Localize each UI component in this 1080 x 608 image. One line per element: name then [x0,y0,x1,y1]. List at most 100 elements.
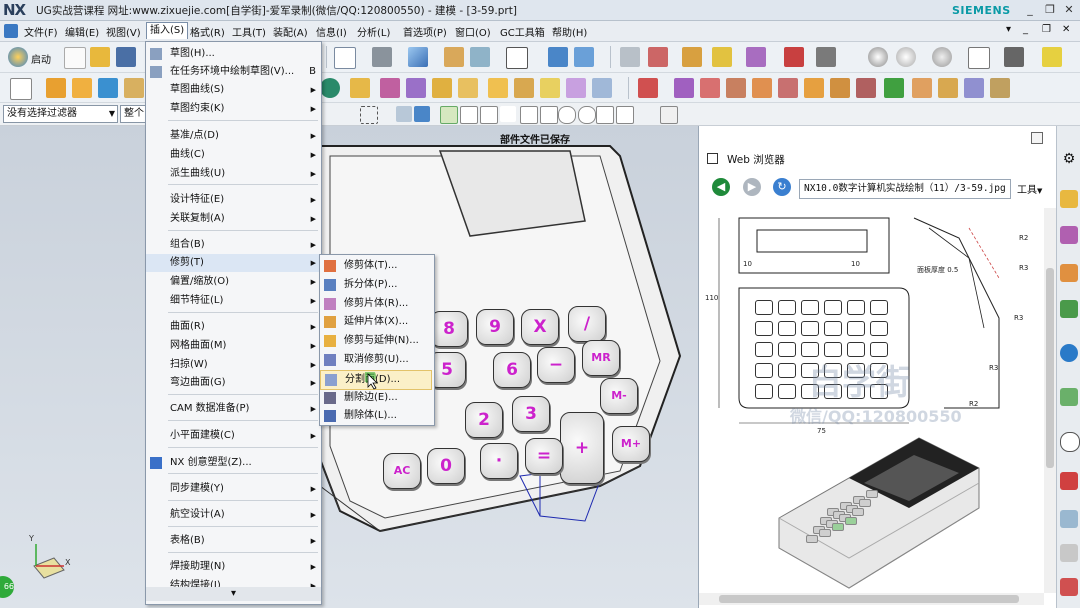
save-icon[interactable] [116,47,136,67]
pull-face-icon[interactable] [912,78,932,98]
settings-gear-icon[interactable]: ⚙ [1060,150,1078,168]
print-icon[interactable] [1060,578,1078,596]
snap-icon[interactable] [682,47,702,67]
trim-menu-item-delete-edge[interactable]: 删除边(E)... [320,389,434,407]
trim-menu-item-split-body[interactable]: 拆分体(P)... [320,276,434,294]
clock-icon[interactable] [1060,432,1080,452]
paint-icon[interactable] [712,47,732,67]
app-menu-icon[interactable] [4,24,18,38]
fit-view-icon[interactable] [334,47,356,69]
system-materials-icon[interactable] [1060,472,1078,490]
shell-icon[interactable] [380,78,400,98]
part-navigator-icon[interactable] [1060,190,1078,208]
curve-icon[interactable] [700,78,720,98]
spline-icon[interactable] [726,78,746,98]
menu-preferences[interactable]: 首选项(P) [403,24,447,39]
web-hscroll-thumb[interactable] [719,595,1019,603]
snap-pole-icon[interactable] [616,106,634,124]
sphere-wire-icon[interactable] [932,47,952,67]
insert-menu-item-task-sketch[interactable]: 在任务环境中绘制草图(V)... B [146,63,321,81]
helix-icon[interactable] [752,78,772,98]
menubar-dropdown[interactable]: ▾ [1006,24,1011,35]
intersect-icon[interactable] [540,78,560,98]
sphere-edge-icon[interactable] [896,47,916,67]
snap-intersection-icon[interactable] [520,106,538,124]
web-browser-icon[interactable] [1060,344,1078,362]
trim-menu-item-trim-extend[interactable]: 修剪与延伸(N)... [320,332,434,350]
insert-menu-item-flange-surface[interactable]: 弯边曲面(G) ▶ [146,374,321,392]
move-object-icon[interactable] [548,47,568,67]
wcs-icon[interactable] [574,47,594,67]
menu-analysis[interactable]: 分析(L) [357,24,390,39]
insert-menu-item-table[interactable]: 表格(B) ▶ [146,532,321,550]
select-face-icon[interactable] [396,106,412,122]
filter-icon[interactable] [1004,47,1024,67]
offset-icon[interactable] [432,78,452,98]
boss-icon[interactable] [124,78,144,98]
menu-insert[interactable]: 插入(S) [146,22,189,39]
menu-edit[interactable]: 编辑(E) [65,24,99,39]
insert-menu-item-design-feature[interactable]: 设计特征(E) ▶ [146,191,321,209]
forward-icon[interactable]: ▶ [743,178,761,196]
subtract-icon[interactable] [514,78,534,98]
start-button-label[interactable]: 启动 [31,51,51,66]
draft-icon[interactable] [406,78,426,98]
revolve-icon[interactable] [72,78,92,98]
insert-menu-item-sketch-curve[interactable]: 草图曲线(S) ▶ [146,81,321,99]
line-icon[interactable] [638,78,658,98]
insert-menu-item-sketch-constraint[interactable]: 草图约束(K) ▶ [146,100,321,118]
assembly-navigator-icon[interactable] [1060,226,1078,244]
menu-help[interactable]: 帮助(H) [552,24,587,39]
trim-menu-item-trim-body[interactable]: 修剪体(T)... [320,257,434,275]
face-analysis-icon[interactable] [968,47,990,69]
snap-arc-icon[interactable] [540,106,558,124]
insert-menu-item-weld-assistant[interactable]: 焊接助理(N) ▶ [146,558,321,576]
back-icon[interactable]: ◀ [712,178,730,196]
insert-menu-item-curve[interactable]: 曲线(C) ▶ [146,146,321,164]
panel-checkbox[interactable] [707,153,718,164]
sphere-shade-icon[interactable] [868,47,888,67]
rectangle-select-icon[interactable] [360,106,378,124]
insert-menu-item-mesh-surface[interactable]: 网格曲面(M) ▶ [146,337,321,355]
menu-tools[interactable]: 工具(T) [232,24,266,39]
background-icon[interactable] [470,47,490,67]
snap-midpoint-icon[interactable] [460,106,478,124]
minimize-button[interactable]: _ [1022,2,1038,17]
view-orient-icon[interactable] [408,47,428,67]
insert-menu-item-associative-copy[interactable]: 关联复制(A) ▶ [146,210,321,228]
web-scroll-thumb[interactable] [1046,268,1054,468]
sketch-tool-icon[interactable] [10,78,32,100]
snap-point-icon[interactable] [596,106,614,124]
snap-center-icon[interactable] [558,106,576,124]
insert-menu-item-trim[interactable]: 修剪(T) ▶ [146,254,321,272]
customize-icon[interactable] [1042,47,1062,67]
insert-menu-item-facet-modeling[interactable]: 小平面建模(C) ▶ [146,427,321,445]
dimension-icon[interactable] [784,47,804,67]
menu-assembly[interactable]: 装配(A) [273,24,308,39]
project-curve-icon[interactable] [804,78,824,98]
snap-curve-icon[interactable] [500,106,516,122]
menu-gc-toolbox[interactable]: GC工具箱 [500,24,545,39]
doc-minimize-button[interactable]: _ [1023,24,1028,35]
blend-icon[interactable] [320,78,340,98]
resize-blend-icon[interactable] [990,78,1010,98]
snap-grid-icon[interactable] [660,106,678,124]
arc-icon[interactable] [674,78,694,98]
menu-view[interactable]: 视图(V) [106,24,141,39]
process-studio-icon[interactable] [1060,510,1078,528]
measure-icon[interactable] [620,47,640,67]
doc-restore-button[interactable]: ❐ [1042,24,1051,35]
display-mode-icon[interactable] [506,47,528,69]
constraint-navigator-icon[interactable] [1060,264,1078,282]
menu-information[interactable]: 信息(I) [316,24,347,39]
open-folder-icon[interactable] [90,47,110,67]
analysis-icon[interactable] [648,47,668,67]
new-file-icon[interactable] [64,47,86,69]
grid-icon[interactable] [816,47,836,67]
menu-file[interactable]: 文件(F) [24,24,58,39]
web-horizontal-scrollbar[interactable] [699,593,1044,605]
extrude-icon[interactable] [46,78,66,98]
doc-close-button[interactable]: ✕ [1062,24,1070,35]
hole-icon[interactable] [98,78,118,98]
history-icon[interactable] [1060,388,1078,406]
